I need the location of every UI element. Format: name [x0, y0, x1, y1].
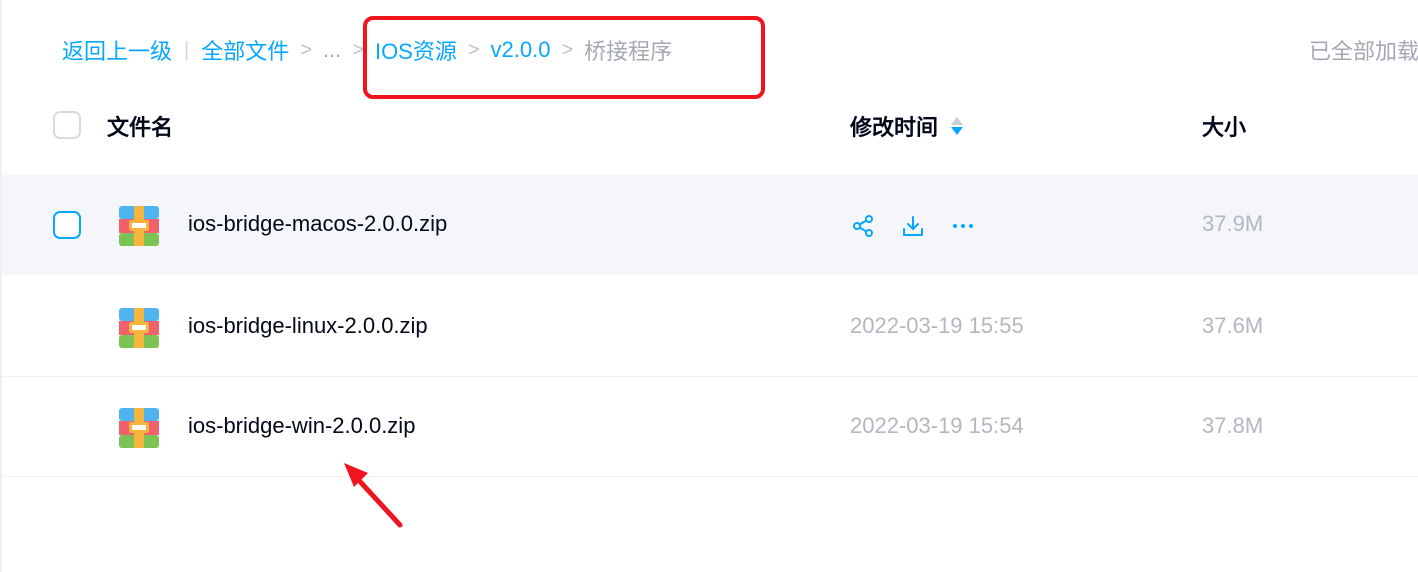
breadcrumb-ellipsis[interactable]: ... [323, 37, 341, 63]
sort-icon[interactable] [950, 114, 964, 138]
table-row[interactable]: ios-bridge-win-2.0.0.zip 2022-03-19 15:5… [2, 377, 1418, 477]
file-name[interactable]: ios-bridge-macos-2.0.0.zip [188, 211, 447, 237]
file-browser-page: 返回上一级 | 全部文件 > ... > IOS资源 > v2.0.0 > 桥接… [0, 0, 1418, 572]
download-icon[interactable] [900, 213, 926, 239]
more-icon[interactable] [950, 213, 976, 239]
annotation-arrow-icon [344, 463, 403, 528]
file-size: 37.8M [1202, 413, 1264, 438]
breadcrumb: 返回上一级 | 全部文件 > ... > IOS资源 > v2.0.0 > 桥接… [62, 32, 672, 68]
select-all-checkbox[interactable] [53, 111, 81, 139]
breadcrumb-separator: > [300, 38, 312, 61]
file-name[interactable]: ios-bridge-linux-2.0.0.zip [188, 313, 428, 339]
zip-archive-icon [119, 206, 159, 246]
row-divider [2, 476, 1418, 477]
file-size: 37.9M [1202, 211, 1264, 236]
file-modified-time: 2022-03-19 15:54 [850, 413, 1024, 438]
breadcrumb-separator: > [467, 38, 480, 61]
load-status-text: 已全部加载 [1309, 39, 1418, 64]
breadcrumb-divider: | [184, 38, 190, 61]
breadcrumb-all-files[interactable]: 全部文件 [201, 34, 289, 66]
file-size: 37.6M [1202, 313, 1264, 338]
breadcrumb-version[interactable]: v2.0.0 [491, 37, 551, 63]
column-header-size[interactable]: 大小 [1202, 110, 1246, 142]
zip-archive-icon [119, 408, 159, 448]
breadcrumb-ios-resources[interactable]: IOS资源 [375, 34, 457, 66]
row-actions [850, 213, 976, 239]
column-header-modified[interactable]: 修改时间 [850, 110, 964, 142]
column-header-modified-label: 修改时间 [850, 115, 939, 140]
breadcrumb-separator: > [352, 38, 364, 61]
table-header: 文件名 修改时间 大小 [0, 100, 1418, 150]
column-header-name[interactable]: 文件名 [107, 110, 173, 142]
breadcrumb-current: 桥接程序 [584, 39, 673, 64]
zip-archive-icon [119, 308, 159, 348]
row-checkbox[interactable] [53, 211, 81, 239]
share-icon[interactable] [850, 213, 876, 239]
table-row[interactable]: ios-bridge-linux-2.0.0.zip 2022-03-19 15… [2, 277, 1418, 377]
back-link[interactable]: 返回上一级 [62, 34, 172, 66]
file-name[interactable]: ios-bridge-win-2.0.0.zip [188, 413, 415, 439]
file-modified-time: 2022-03-19 15:55 [850, 313, 1024, 338]
table-row[interactable]: ios-bridge-macos-2.0.0.zip 37.9M [2, 175, 1418, 275]
breadcrumb-separator: > [561, 38, 574, 61]
